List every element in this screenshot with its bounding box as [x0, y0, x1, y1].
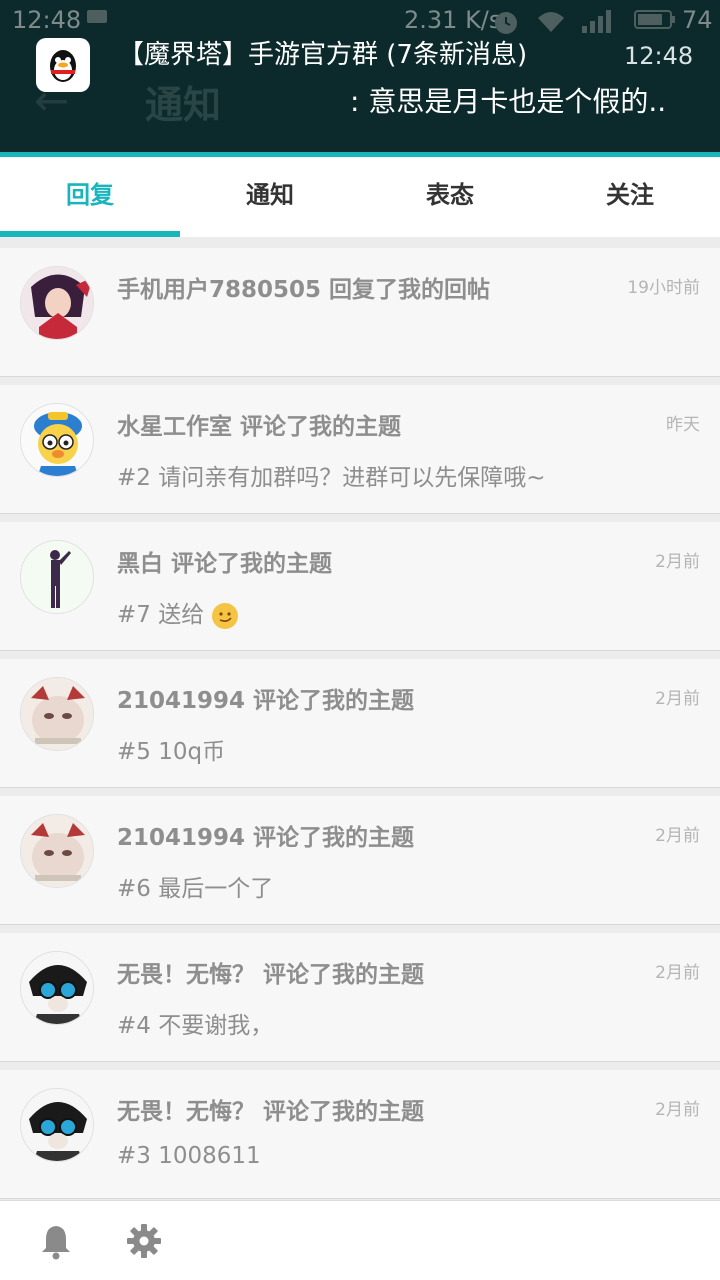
bottom-toolbar — [0, 1200, 720, 1280]
item-time: 19小时前 — [627, 278, 700, 298]
item-body-text: #7 送给 — [117, 602, 205, 628]
avatar[interactable] — [20, 1088, 94, 1162]
notification-time: 12:48 — [624, 42, 694, 70]
item-title: 手机用户7880505 回复了我的回帖 — [117, 277, 491, 303]
item-title: 无畏！无悔？ 评论了我的主题 — [117, 962, 425, 988]
avatar[interactable] — [20, 540, 94, 614]
item-body: #4 不要谢我， — [117, 1013, 274, 1039]
tab-reactions[interactable]: 表态 — [360, 157, 540, 237]
avatar[interactable] — [20, 266, 94, 340]
item-time: 2月前 — [655, 1100, 700, 1120]
item-title: 21041994 评论了我的主题 — [117, 688, 415, 714]
list-item[interactable]: 21041994 评论了我的主题 2月前 #6 最后一个了 — [0, 796, 720, 925]
item-title: 黑白 评论了我的主题 — [117, 551, 333, 577]
item-time: 2月前 — [655, 552, 700, 572]
list-item[interactable]: 无畏！无悔？ 评论了我的主题 2月前 #3 1008611 — [0, 1070, 720, 1199]
avatar[interactable] — [20, 403, 94, 477]
item-title: 无畏！无悔？ 评论了我的主题 — [117, 1099, 425, 1125]
list-item[interactable]: 黑白 评论了我的主题 2月前 #7 送给 — [0, 522, 720, 651]
bell-icon[interactable] — [36, 1221, 76, 1261]
item-title: 21041994 评论了我的主题 — [117, 825, 415, 851]
tab-following[interactable]: 关注 — [540, 157, 720, 237]
avatar[interactable] — [20, 951, 94, 1025]
smirk-emoji-icon — [211, 602, 238, 629]
item-body: #3 1008611 — [117, 1143, 261, 1169]
gear-icon[interactable] — [124, 1221, 164, 1261]
item-body: #7 送给 — [117, 595, 238, 629]
tab-bar: 回复 通知 表态 关注 — [0, 157, 720, 237]
item-time: 2月前 — [655, 963, 700, 983]
notification-text: : 意思是月卡也是个假的.. — [350, 85, 667, 118]
notification-title: 【魔界塔】手游官方群 (7条新消息) — [118, 40, 528, 70]
tab-notifications[interactable]: 通知 — [180, 157, 360, 237]
list-item[interactable]: 水星工作室 评论了我的主题 昨天 #2 请问亲有加群吗？进群可以先保障哦~ — [0, 385, 720, 514]
avatar[interactable] — [20, 677, 94, 751]
list-item[interactable]: 21041994 评论了我的主题 2月前 #5 10q币 — [0, 659, 720, 788]
item-body: #5 10q币 — [117, 739, 226, 765]
tab-replies[interactable]: 回复 — [0, 157, 180, 237]
item-time: 2月前 — [655, 826, 700, 846]
qq-penguin-icon — [36, 38, 90, 92]
list-item[interactable]: 无畏！无悔？ 评论了我的主题 2月前 #4 不要谢我， — [0, 933, 720, 1062]
item-body: #2 请问亲有加群吗？进群可以先保障哦~ — [117, 465, 546, 491]
item-time: 昨天 — [666, 415, 700, 435]
item-title: 水星工作室 评论了我的主题 — [117, 414, 402, 440]
notification-list: 手机用户7880505 回复了我的回帖 19小时前 水星工作室 评论了我的主题 … — [0, 240, 720, 1199]
heads-up-notification[interactable]: 【魔界塔】手游官方群 (7条新消息) 12:48 : 意思是月卡也是个假的.. — [0, 0, 720, 152]
list-item[interactable]: 手机用户7880505 回复了我的回帖 19小时前 — [0, 248, 720, 377]
avatar[interactable] — [20, 814, 94, 888]
item-time: 2月前 — [655, 689, 700, 709]
item-body: #6 最后一个了 — [117, 876, 274, 902]
